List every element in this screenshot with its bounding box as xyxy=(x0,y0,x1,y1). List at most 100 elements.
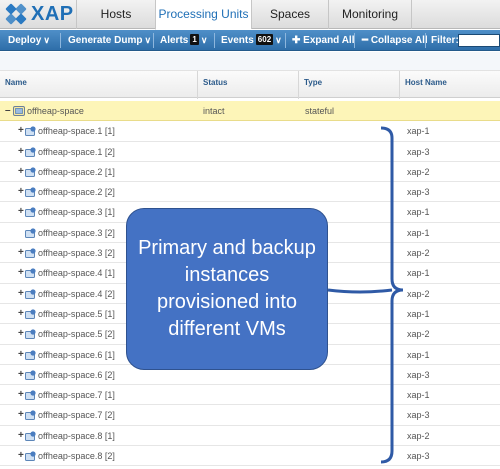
toolbar-divider xyxy=(60,33,61,48)
table-row[interactable]: + offheap-space.7 [1] xap-1 xyxy=(0,385,500,406)
row-name: offheap-space.6 [1] xyxy=(38,349,115,360)
expand-toggle-icon[interactable]: + xyxy=(18,182,24,202)
table-row-root[interactable]: – offheap-space intact stateful xyxy=(0,101,500,122)
generate-dump-label: Generate Dump xyxy=(68,35,143,46)
instance-icon xyxy=(25,349,36,360)
instance-icon xyxy=(25,248,36,259)
toolbar-divider xyxy=(425,33,426,48)
processing-unit-icon xyxy=(13,106,25,116)
chevron-down-icon: ∨ xyxy=(144,35,152,45)
events-button[interactable]: Events 602 ∨ xyxy=(221,30,282,51)
row-name: offheap-space.8 [2] xyxy=(38,451,115,462)
row-name: offheap-space.5 [1] xyxy=(38,308,115,319)
expand-toggle-icon[interactable]: + xyxy=(18,405,24,425)
expand-toggle-icon[interactable]: + xyxy=(18,345,24,365)
expand-toggle-icon[interactable]: + xyxy=(18,202,24,222)
generate-dump-button[interactable]: Generate Dump ∨ xyxy=(68,30,151,51)
row-host-name: xap-1 xyxy=(407,126,430,137)
expand-toggle-icon[interactable]: + xyxy=(18,426,24,446)
expand-toggle-icon[interactable]: + xyxy=(18,284,24,304)
row-host-name: xap-1 xyxy=(407,349,430,360)
expand-toggle-icon[interactable]: + xyxy=(18,385,24,405)
row-host-name: xap-2 xyxy=(407,288,430,299)
tab-hosts[interactable]: Hosts xyxy=(76,0,155,29)
tab-monitoring[interactable]: Monitoring xyxy=(328,0,412,29)
tab-spaces[interactable]: Spaces xyxy=(251,0,328,29)
row-host-name: xap-1 xyxy=(407,207,430,218)
expand-all-icon: ✚ xyxy=(292,35,301,46)
row-host-name: xap-1 xyxy=(407,390,430,401)
instance-icon xyxy=(25,268,36,279)
row-name: offheap-space.1 [2] xyxy=(38,146,115,157)
row-name: offheap-space.1 [1] xyxy=(38,126,115,137)
expand-toggle-icon[interactable]: + xyxy=(18,121,24,141)
toolbar-divider xyxy=(214,33,215,48)
instance-icon xyxy=(25,370,36,380)
instance-icon xyxy=(25,309,36,319)
collapse-all-button[interactable]: ━ Collapse All xyxy=(362,30,428,51)
row-host-name: xap-3 xyxy=(407,146,430,157)
toolbar-divider xyxy=(354,33,355,48)
alerts-count-badge: 1 xyxy=(190,34,199,45)
collapse-toggle-icon[interactable]: – xyxy=(5,101,11,121)
row-name: offheap-space.7 [1] xyxy=(38,390,115,401)
deploy-button[interactable]: Deploy ∨ xyxy=(8,30,50,51)
expand-toggle-icon[interactable]: + xyxy=(18,263,24,283)
instance-icon xyxy=(25,329,36,340)
expand-toggle-icon[interactable]: + xyxy=(18,243,24,263)
row-name: offheap-space.5 [2] xyxy=(38,329,115,340)
expand-all-button[interactable]: ✚ Expand All xyxy=(292,30,354,51)
row-name: offheap-space.4 [1] xyxy=(38,268,115,279)
row-name: offheap-space.8 [1] xyxy=(38,430,115,441)
filter-input[interactable] xyxy=(458,34,500,47)
row-name: offheap-space.6 [2] xyxy=(38,369,115,380)
tab-processing-units[interactable]: Processing Units xyxy=(155,0,251,30)
expand-toggle-icon[interactable]: + xyxy=(18,446,24,466)
row-name: offheap-space.7 [2] xyxy=(38,410,115,421)
column-header-name[interactable]: Name xyxy=(0,71,198,99)
expand-toggle-icon[interactable]: + xyxy=(18,304,24,324)
row-host-name: xap-2 xyxy=(407,166,430,177)
expand-toggle-icon[interactable]: + xyxy=(18,324,24,344)
instance-icon xyxy=(25,451,36,462)
column-header-type[interactable]: Type xyxy=(299,71,400,99)
alerts-button[interactable]: Alerts 1 ∨ xyxy=(160,30,207,51)
toolbar-divider xyxy=(153,33,154,48)
deploy-label: Deploy xyxy=(8,35,42,46)
expand-toggle-icon[interactable]: + xyxy=(18,365,24,385)
table-row[interactable]: + offheap-space.8 [2] xap-3 xyxy=(0,446,500,467)
toolbar-divider xyxy=(285,33,286,48)
row-name: offheap-space.2 [1] xyxy=(38,166,115,177)
events-label: Events xyxy=(221,35,254,46)
instance-icon xyxy=(25,126,36,137)
table-row[interactable]: + offheap-space.8 [1] xap-2 xyxy=(0,426,500,447)
expand-toggle-icon[interactable]: + xyxy=(18,142,24,162)
row-host-name: xap-2 xyxy=(407,329,430,340)
top-nav-bar: XAP Hosts Processing Units Spaces Monito… xyxy=(0,0,500,30)
instance-icon xyxy=(25,410,36,421)
row-name: offheap-space.3 [2] xyxy=(38,227,115,238)
table-row[interactable]: + offheap-space.1 [2] xap-3 xyxy=(0,142,500,162)
column-header-status[interactable]: Status xyxy=(198,71,299,99)
logo-text: XAP xyxy=(31,2,74,25)
table-header: Name Status Type Host Name xyxy=(0,70,500,99)
xap-logo-icon xyxy=(5,3,27,25)
row-host-name: xap-3 xyxy=(407,369,430,380)
table-row[interactable]: + offheap-space.2 [2] xap-3 xyxy=(0,182,500,203)
expand-toggle-icon[interactable]: + xyxy=(18,162,24,182)
collapse-all-label: Collapse All xyxy=(370,35,428,46)
row-host-name: xap-1 xyxy=(407,227,430,238)
app-logo[interactable]: XAP xyxy=(5,3,74,25)
table-row[interactable]: + offheap-space.7 [2] xap-3 xyxy=(0,405,500,426)
table-row[interactable]: + offheap-space.1 [1] xap-1 xyxy=(0,121,500,142)
toolbar: Deploy ∨ Generate Dump ∨ Alerts 1 ∨ Events 60… xyxy=(0,30,500,51)
column-header-host-name[interactable]: Host Name xyxy=(400,71,500,99)
table-row[interactable]: + offheap-space.2 [1] xap-2 xyxy=(0,162,500,183)
instance-icon xyxy=(25,228,36,238)
chevron-down-icon: ∨ xyxy=(200,35,208,45)
chevron-down-icon: ∨ xyxy=(43,35,50,45)
instance-icon xyxy=(25,167,36,177)
row-status: intact xyxy=(203,106,225,116)
grid-spacer xyxy=(0,52,500,70)
row-host-name: xap-3 xyxy=(407,410,430,421)
